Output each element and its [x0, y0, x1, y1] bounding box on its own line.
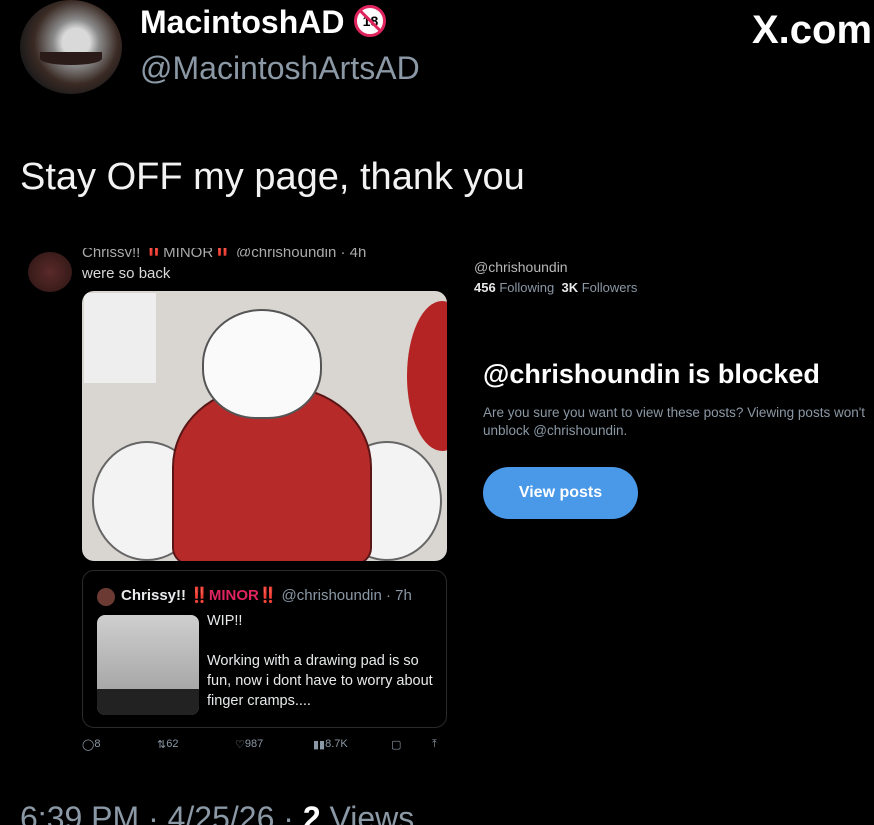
- embedded-cut-header: Chrissy!! ‼️MINOR‼️ @chrishoundin · 4h: [82, 248, 367, 257]
- bookmark-icon: ▢: [391, 739, 402, 751]
- embedded-artwork-image[interactable]: [82, 291, 447, 561]
- views-icon: ▮▮ 8.7K: [313, 738, 348, 751]
- artwork-bear-head: [202, 309, 322, 419]
- post-text: Stay OFF my page, thank you: [20, 156, 525, 198]
- artwork-decoration: [407, 301, 447, 451]
- blocked-handle: @chrishoundin: [474, 259, 568, 275]
- quoted-author: Chrissy!! ‼️MINOR‼️ @chrishoundin · 7h: [121, 587, 412, 604]
- quoted-thumbnail: [97, 615, 199, 715]
- artwork-reference-inset: [84, 293, 156, 383]
- author-display-name[interactable]: MacintoshAD 18: [140, 4, 387, 41]
- like-icon: ♡ 987: [235, 738, 264, 751]
- share-icon: ⤒: [432, 738, 437, 750]
- embedded-action-bar: ◯ 8 ⇅ 62 ♡ 987 ▮▮ 8.7K ▢ ⤒: [82, 738, 447, 754]
- quoted-post[interactable]: Chrissy!! ‼️MINOR‼️ @chrishoundin · 7h WI…: [82, 570, 447, 728]
- embedded-avatar: [28, 252, 72, 292]
- blocked-stats: 456 Following 3K Followers: [474, 280, 638, 295]
- repost-icon: ⇅ 62: [157, 738, 179, 751]
- age-restriction-icon: 18: [354, 5, 387, 37]
- blocked-title: @chrishoundin is blocked: [483, 359, 820, 389]
- view-posts-button[interactable]: View posts: [483, 467, 638, 519]
- quoted-text: WIP!! Working with a drawing pad is so f…: [207, 613, 433, 709]
- blocked-message: Are you sure you want to view these post…: [483, 405, 866, 438]
- post-timestamp: 6:39 PM · 4/25/26 · 2 Views: [20, 800, 415, 825]
- embedded-post-text: were so back: [82, 265, 171, 282]
- quoted-avatar: [97, 588, 115, 606]
- x-logo: X.com: [752, 8, 873, 52]
- reply-icon: ◯ 8: [82, 738, 101, 751]
- author-handle[interactable]: @MacintoshArtsAD: [140, 50, 420, 87]
- author-avatar[interactable]: [20, 0, 122, 94]
